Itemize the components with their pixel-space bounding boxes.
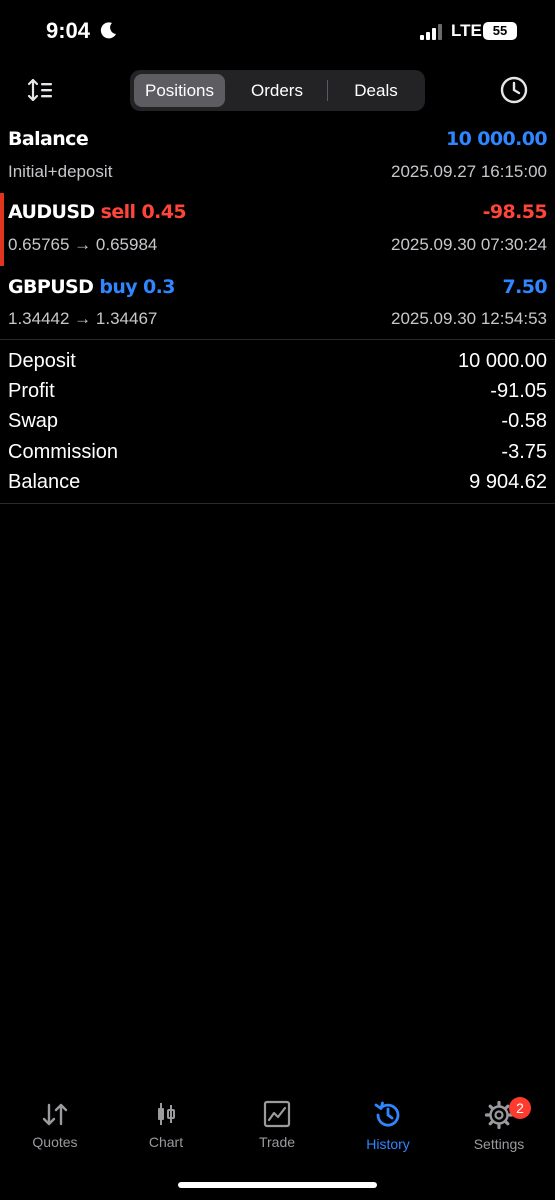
- position-volume: 0.3: [143, 276, 175, 298]
- trade-icon: [263, 1100, 291, 1128]
- tab-chart[interactable]: Chart: [111, 1100, 221, 1150]
- position-profit: -98.55: [482, 201, 548, 223]
- position-date: 2025.09.30 12:54:53: [391, 309, 547, 328]
- quotes-icon: [42, 1103, 68, 1126]
- summary-value-swap: -0.58: [501, 410, 547, 432]
- tab-deals[interactable]: Deals: [330, 74, 422, 107]
- summary-label-balance: Balance: [8, 471, 81, 493]
- tab-label: Trade: [258, 1134, 296, 1150]
- position-title: AUDUSD sell 0.45: [8, 201, 187, 223]
- tab-label: Chart: [148, 1134, 184, 1150]
- summary-label-deposit: Deposit: [8, 350, 76, 372]
- summary-divider-bottom: [0, 503, 555, 504]
- balance-subtitle: Initial+deposit: [8, 162, 113, 181]
- position-prices: 1.34442 → 1.34467: [8, 309, 158, 328]
- balance-value: 10 000.00: [446, 128, 548, 150]
- balance-date: 2025.09.27 16:15:00: [391, 162, 547, 181]
- summary-label-profit: Profit: [8, 380, 55, 402]
- clock-icon[interactable]: [499, 75, 529, 105]
- position-side: buy: [99, 276, 138, 298]
- position-symbol: AUDUSD: [8, 201, 95, 223]
- segment-divider: [327, 80, 328, 101]
- network-label: LTE: [451, 21, 482, 40]
- loss-indicator-bar: [0, 193, 4, 266]
- summary-divider-top: [0, 339, 555, 340]
- position-title: GBPUSD buy 0.3: [8, 276, 176, 298]
- tab-trade[interactable]: Trade: [222, 1100, 332, 1150]
- position-symbol: GBPUSD: [8, 276, 94, 298]
- tab-positions[interactable]: Positions: [134, 74, 225, 107]
- tab-label: Quotes: [32, 1134, 78, 1150]
- position-profit: 7.50: [502, 276, 548, 298]
- tab-label: History: [366, 1136, 410, 1152]
- position-volume: 0.45: [141, 201, 186, 223]
- status-time: 9:04: [46, 18, 91, 43]
- view-segmented-control: Positions Orders Deals: [130, 70, 425, 111]
- position-side: sell: [100, 201, 136, 223]
- moon-icon: [100, 22, 116, 39]
- position-date: 2025.09.30 07:30:24: [391, 235, 547, 254]
- summary-value-deposit: 10 000.00: [458, 350, 547, 372]
- summary-value-profit: -91.05: [490, 380, 547, 402]
- chart-icon: [158, 1103, 175, 1125]
- tab-quotes[interactable]: Quotes: [0, 1100, 110, 1150]
- history-icon: [374, 1101, 400, 1127]
- summary-label-commission: Commission: [8, 441, 119, 463]
- balance-title: Balance: [8, 128, 89, 150]
- summary-label-swap: Swap: [8, 410, 59, 432]
- tab-orders[interactable]: Orders: [231, 74, 323, 107]
- sort-icon[interactable]: [27, 78, 55, 102]
- summary-value-commission: -3.75: [501, 441, 547, 463]
- position-prices: 0.65765 → 0.65984: [8, 235, 158, 254]
- signal-icon: [420, 24, 442, 40]
- summary-value-balance: 9 904.62: [469, 471, 547, 493]
- home-indicator[interactable]: [178, 1182, 377, 1188]
- settings-badge: 2: [509, 1097, 531, 1119]
- tab-history[interactable]: History: [333, 1100, 443, 1152]
- battery-indicator: 55: [483, 22, 517, 40]
- tab-settings[interactable]: Settings: [444, 1100, 554, 1152]
- tab-label: Settings: [473, 1136, 525, 1152]
